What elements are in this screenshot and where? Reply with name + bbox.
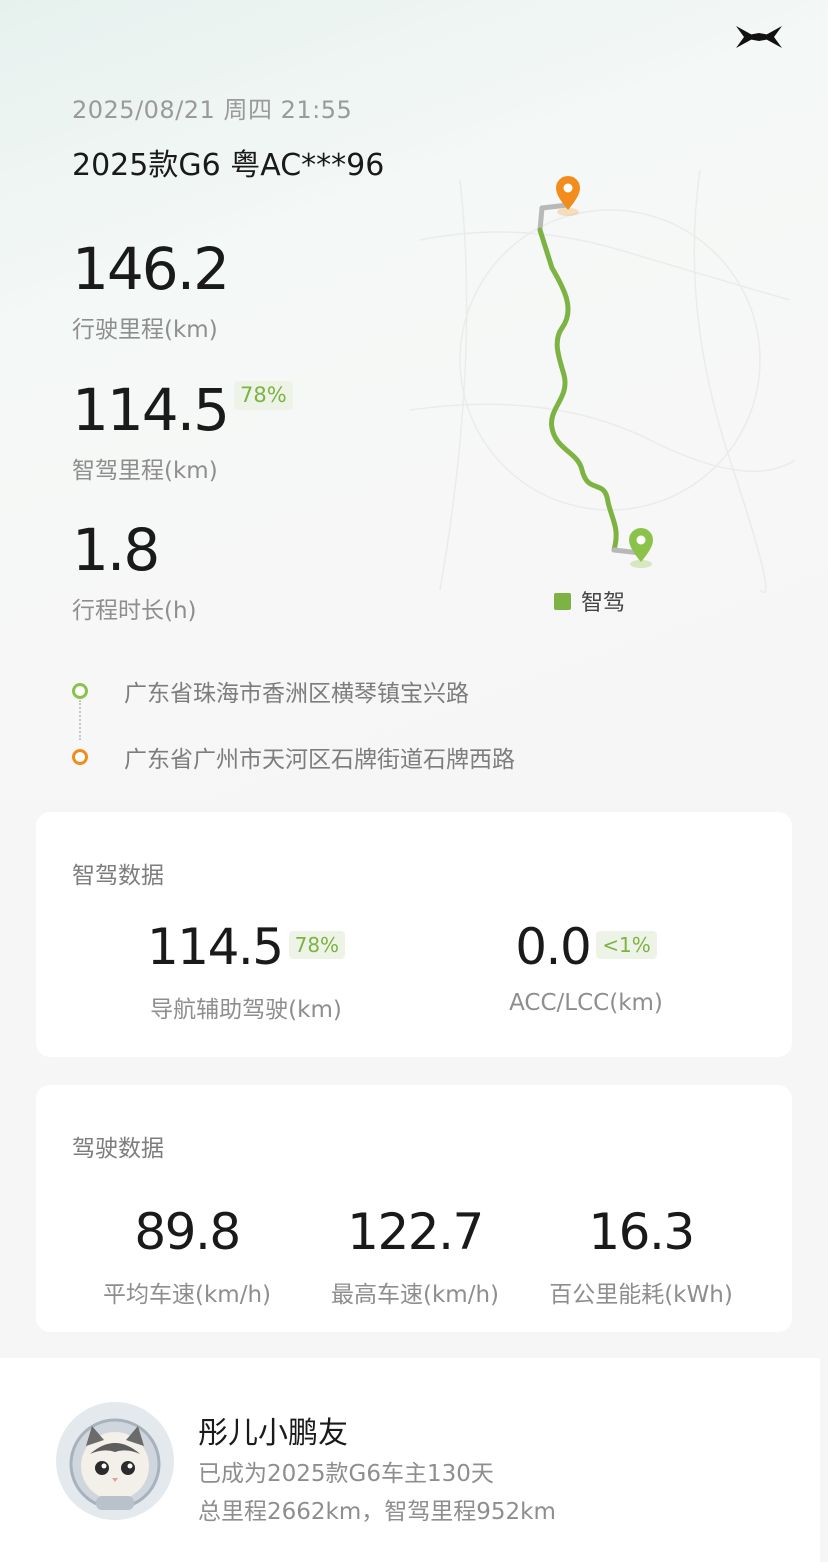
distance-label: 行驶里程(km) bbox=[72, 317, 218, 343]
nav-assist-value: 114.5 bbox=[146, 918, 284, 976]
driving-data-card-title: 驾驶数据 bbox=[72, 1136, 164, 1162]
smart-drive-legend-label: 智驾 bbox=[581, 591, 626, 616]
xpeng-logo-icon bbox=[736, 26, 782, 48]
acc-lcc-label: ACC/LCC(km) bbox=[509, 990, 663, 1016]
distance-stat: 146.2 行驶里程(km) bbox=[72, 235, 230, 344]
avg-speed-label: 平均车速(km/h) bbox=[103, 1282, 271, 1308]
max-speed-metric: 122.7 最高车速(km/h) bbox=[304, 1207, 526, 1309]
avg-speed-metric: 89.8 平均车速(km/h) bbox=[76, 1207, 298, 1309]
route-path-smart bbox=[537, 227, 619, 553]
nav-assist-metric: 114.5 78% 导航辅助驾驶(km) bbox=[96, 922, 396, 1024]
smart-drive-card-title: 智驾数据 bbox=[72, 863, 164, 889]
smart-distance-percent-badge: 78% bbox=[234, 381, 293, 410]
route-connector bbox=[79, 700, 81, 740]
smart-distance-value: 114.5 bbox=[72, 376, 230, 444]
avg-speed-value: 89.8 bbox=[134, 1203, 241, 1261]
distance-value: 146.2 bbox=[72, 235, 230, 303]
smart-drive-card: 智驾数据 114.5 78% 导航辅助驾驶(km) 0.0 <1% ACC/LCC(… bbox=[36, 812, 792, 1057]
max-speed-label: 最高车速(km/h) bbox=[331, 1282, 499, 1308]
cat-astronaut-avatar-icon bbox=[56, 1402, 174, 1520]
acc-lcc-percent-badge: <1% bbox=[596, 930, 657, 959]
route-end: 广东省广州市天河区石牌街道石牌西路 bbox=[72, 740, 515, 774]
owner-days: 已成为2025款G6车主130天 bbox=[198, 1461, 494, 1487]
nav-assist-label: 导航辅助驾驶(km) bbox=[150, 997, 342, 1023]
start-address: 广东省珠海市香洲区横琴镇宝兴路 bbox=[124, 681, 469, 707]
consumption-label: 百公里能耗(kWh) bbox=[549, 1282, 733, 1308]
max-speed-value: 122.7 bbox=[347, 1203, 484, 1261]
start-dot-icon bbox=[72, 683, 88, 699]
route-map[interactable] bbox=[400, 160, 800, 600]
duration-stat: 1.8 行程时长(h) bbox=[72, 521, 197, 625]
acc-lcc-value: 0.0 bbox=[515, 918, 592, 976]
map-background-roads bbox=[409, 169, 796, 593]
consumption-value: 16.3 bbox=[588, 1203, 695, 1261]
user-profile-section: 彤儿小鹏友 已成为2025款G6车主130天 总里程2662km，智驾里程952… bbox=[0, 1358, 820, 1562]
duration-value: 1.8 bbox=[72, 516, 160, 584]
mileage-totals: 总里程2662km，智驾里程952km bbox=[198, 1499, 556, 1525]
driving-data-card: 驾驶数据 89.8 平均车速(km/h) 122.7 最高车速(km/h) 16… bbox=[36, 1085, 792, 1332]
vehicle-title: 2025款G6 粤AC***96 bbox=[72, 148, 385, 183]
trip-datetime: 2025/08/21 周四 21:55 bbox=[72, 96, 353, 124]
smart-drive-legend-swatch bbox=[554, 592, 571, 610]
map-legend: 智驾 bbox=[554, 585, 625, 617]
start-pin-icon bbox=[629, 528, 653, 568]
avatar[interactable] bbox=[56, 1402, 174, 1520]
smart-distance-stat: 114.5 78% 智驾里程(km) bbox=[72, 381, 293, 485]
end-pin-icon bbox=[556, 176, 580, 216]
acc-lcc-metric: 0.0 <1% ACC/LCC(km) bbox=[436, 922, 736, 1016]
nav-assist-percent-badge: 78% bbox=[288, 930, 346, 959]
route-start: 广东省珠海市香洲区横琴镇宝兴路 bbox=[72, 674, 469, 708]
end-address: 广东省广州市天河区石牌街道石牌西路 bbox=[124, 747, 515, 773]
duration-label: 行程时长(h) bbox=[72, 598, 197, 624]
consumption-metric: 16.3 百公里能耗(kWh) bbox=[530, 1207, 752, 1309]
end-dot-icon bbox=[72, 749, 88, 765]
smart-distance-label: 智驾里程(km) bbox=[72, 458, 218, 484]
user-name: 彤儿小鹏友 bbox=[198, 1416, 348, 1451]
